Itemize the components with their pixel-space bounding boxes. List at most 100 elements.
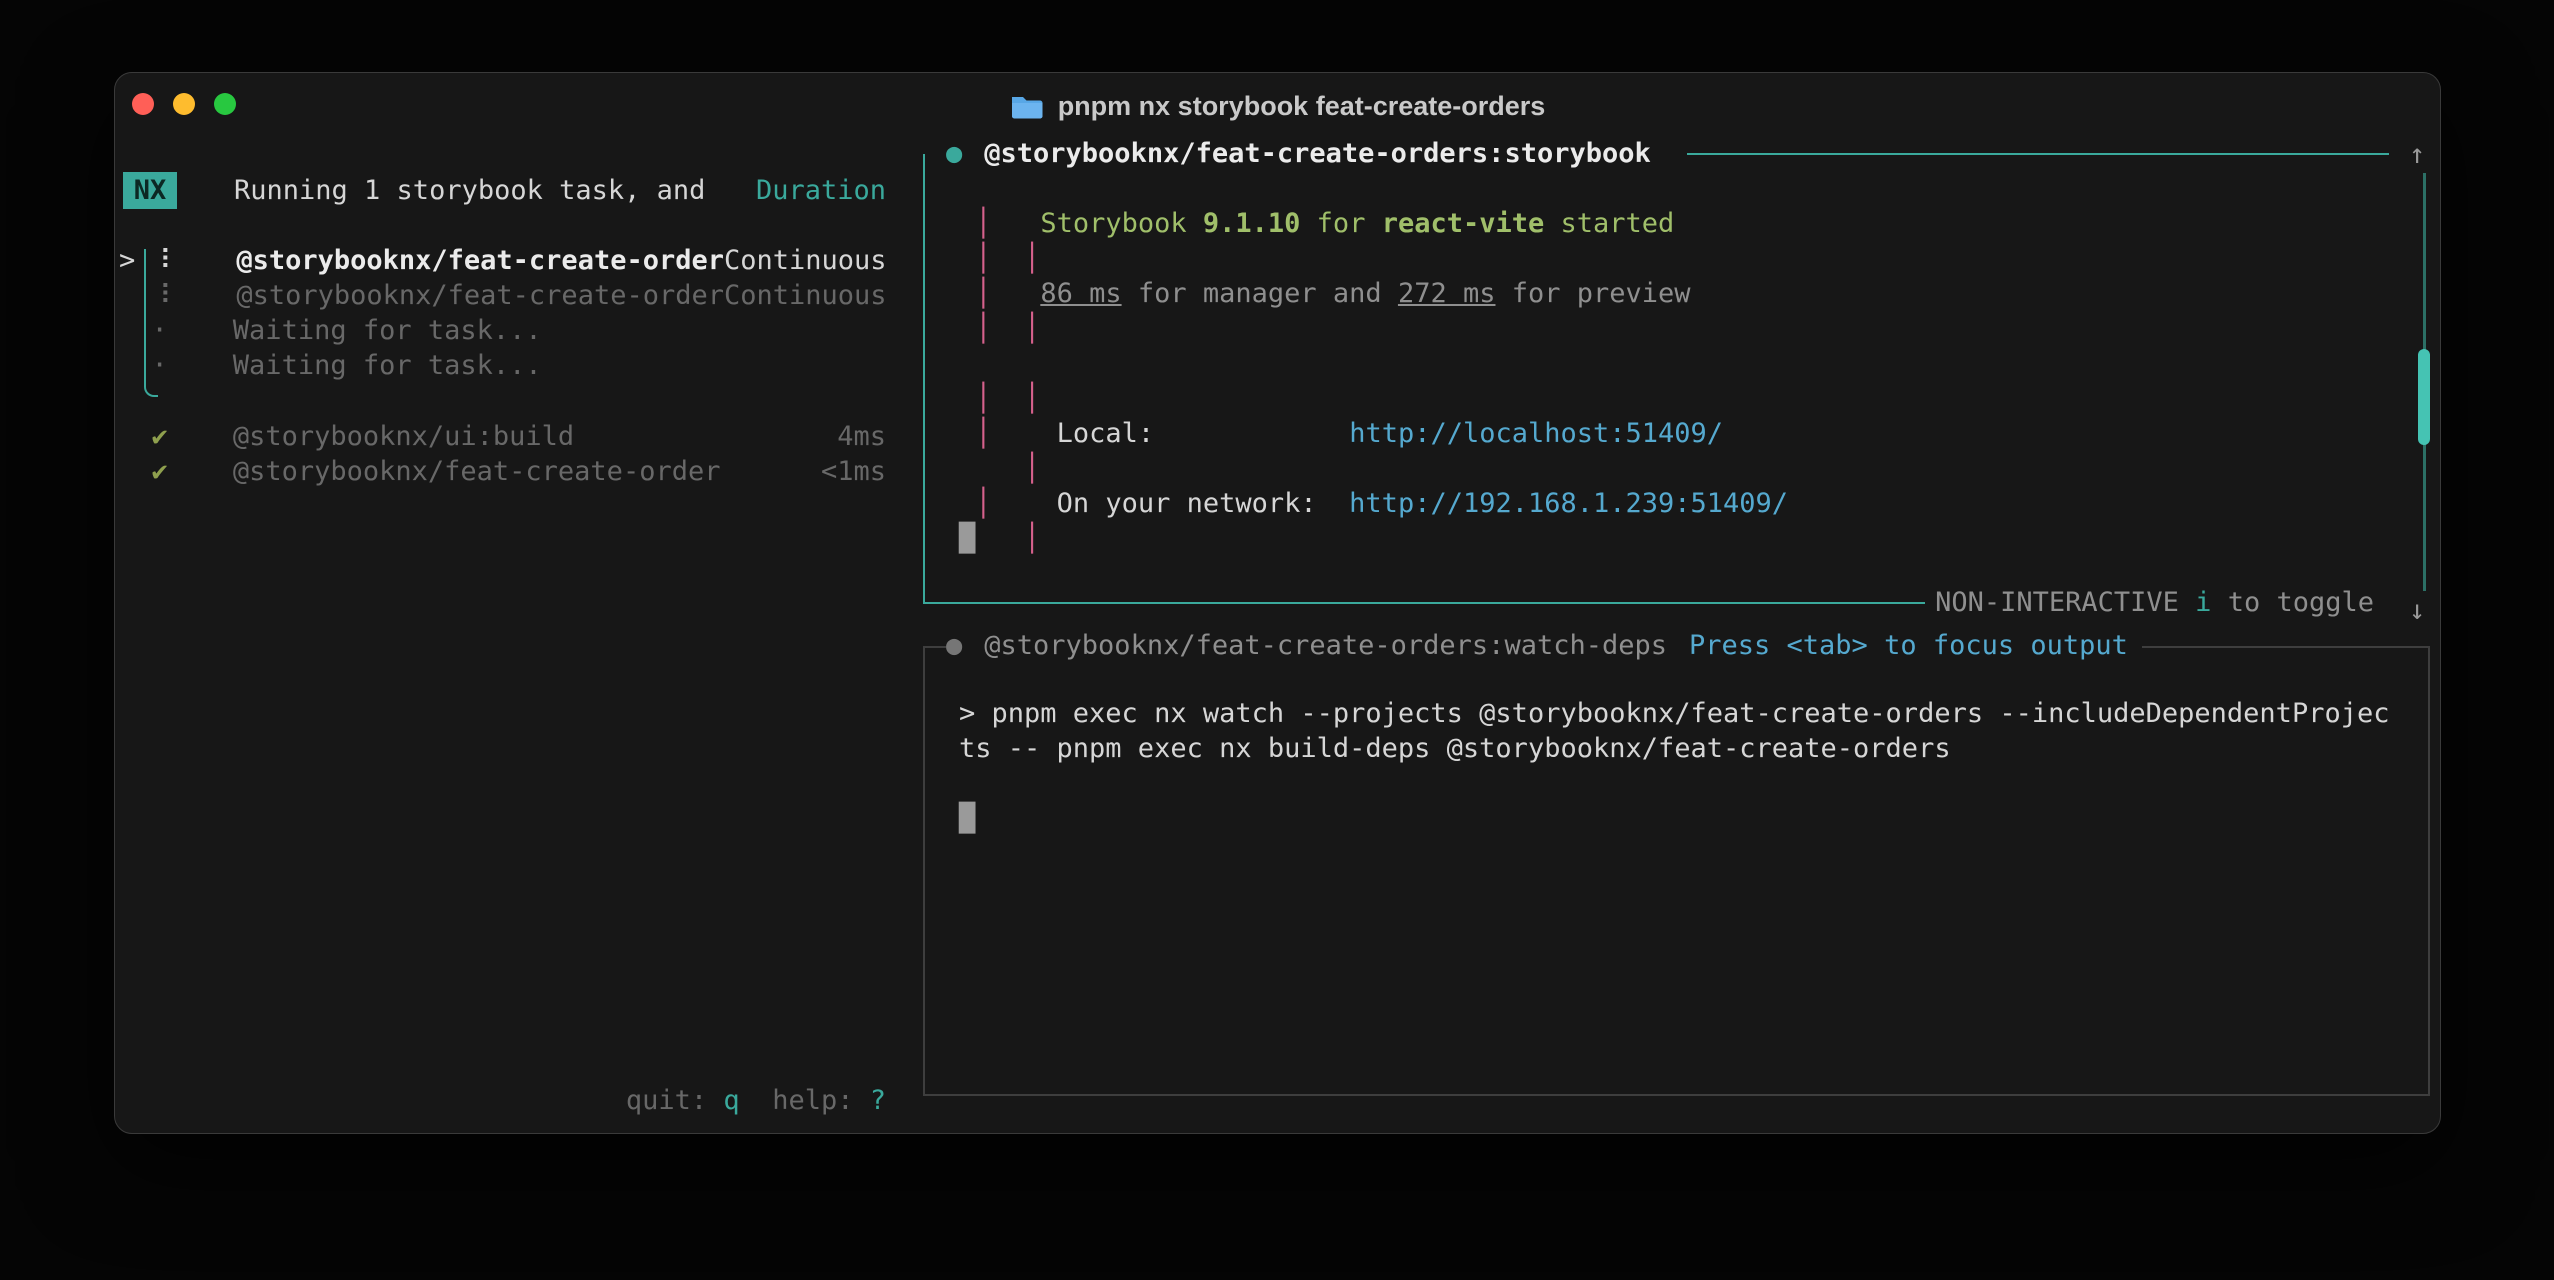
task-duration: 4ms [837, 421, 886, 452]
close-button[interactable] [132, 93, 154, 115]
task-row[interactable]: · Waiting for task... [119, 313, 886, 348]
task-row[interactable]: · Waiting for task... [119, 348, 886, 383]
text-segment: for [1300, 208, 1381, 239]
text-segment [1317, 488, 1350, 519]
terminal-cursor: █ [959, 523, 975, 554]
check-icon: ✔ [152, 421, 168, 452]
text-segment [992, 208, 1041, 239]
spinner-icon: ⠸ [152, 280, 172, 311]
toggle-key: i [2195, 587, 2211, 618]
quit-key: q [723, 1085, 739, 1116]
storybook-gutter-bar: │ [975, 278, 991, 309]
task-row[interactable]: > ⠸ @storybooknx/feat-create-orderContin… [119, 243, 886, 278]
folder-icon [1010, 93, 1044, 120]
traffic-lights [132, 93, 236, 115]
tasks-header-row: Running 1 storybook task, and Duration [234, 173, 886, 208]
spinner-icon: ⠸ [152, 245, 172, 276]
text-segment [959, 453, 1024, 484]
output-line: ts -- pnpm exec nx build-deps @storybook… [959, 731, 2389, 766]
network-label: On your network: [1057, 488, 1317, 519]
storybook-gutter-bar: │ [975, 418, 991, 449]
pending-dot-icon: · [119, 350, 233, 381]
text-segment [119, 456, 152, 487]
text-segment [168, 456, 233, 487]
text-segment [975, 523, 1024, 554]
help-key: ? [870, 1085, 886, 1116]
storybook-header-rule [1687, 153, 2389, 155]
watchdeps-panel-title: @storybooknx/feat-create-orders:watch-de… [984, 629, 1667, 663]
task-status: Continuous [724, 245, 887, 276]
output-line: > pnpm exec nx watch --projects @storybo… [959, 696, 2389, 731]
output-line: │ │ [959, 381, 1788, 416]
panel-dot-icon: ● [946, 629, 962, 663]
terminal-cursor: █ [959, 803, 975, 834]
text-segment [959, 383, 975, 414]
check-icon: ✔ [152, 456, 168, 487]
text-segment: NON-INTERACTIVE [1935, 587, 2195, 618]
desktop: { "window": { "title": "pnpm nx storyboo… [0, 0, 2554, 1280]
text-segment [959, 313, 975, 344]
text-segment [992, 313, 1025, 344]
storybook-gutter-bar: │ [975, 243, 991, 274]
quit-help-footer: quit: q help: ? [119, 1083, 886, 1118]
text-segment: to toggle [2211, 587, 2374, 618]
scrollbar-thumb[interactable] [2418, 349, 2430, 445]
text-segment: for preview [1495, 278, 1690, 309]
text-segment [992, 418, 1057, 449]
selected-task-caret: > [119, 245, 152, 276]
focus-hint: Press <tab> to focus output [1689, 629, 2128, 663]
duration-header: Duration [756, 175, 886, 206]
manager-time: 86 ms [1040, 278, 1121, 309]
text-segment [992, 488, 1057, 519]
text-segment [959, 488, 975, 519]
text-segment: started [1544, 208, 1674, 239]
storybook-gutter-bar: │ [975, 208, 991, 239]
text-segment [992, 278, 1041, 309]
text-segment: help: [740, 1085, 870, 1116]
title-bar: pnpm nx storybook feat-create-orders [115, 85, 2440, 127]
text-segment: quit: [626, 1085, 724, 1116]
scroll-up-icon[interactable]: ↑ [2409, 137, 2425, 172]
local-url-link[interactable]: http://localhost:51409/ [1349, 418, 1723, 449]
task-name: @storybooknx/ui:build [233, 421, 574, 452]
output-line: │ 86 ms for manager and 272 ms for previ… [959, 276, 1788, 311]
storybook-output: │ Storybook 9.1.10 for react-vite starte… [959, 206, 1788, 556]
storybook-gutter-bar: │ [1024, 313, 1040, 344]
output-line: █ [959, 801, 2389, 836]
tasks-header-text: Running 1 storybook task, and [234, 173, 705, 208]
storybook-gutter-bar: │ [975, 313, 991, 344]
zoom-button[interactable] [214, 93, 236, 115]
task-name: Waiting for task... [233, 315, 542, 346]
storybook-gutter-bar: │ [1024, 453, 1040, 484]
command-text: ts -- pnpm exec nx build-deps @storybook… [959, 733, 1951, 764]
minimize-button[interactable] [173, 93, 195, 115]
text-segment [171, 280, 236, 311]
completed-task-row[interactable]: ✔ @storybooknx/ui:build 4ms [119, 419, 886, 454]
output-line: │ [959, 451, 1788, 486]
preview-time: 272 ms [1398, 278, 1496, 309]
panel-dot-icon: ● [946, 137, 962, 171]
task-name: Waiting for task... [233, 350, 542, 381]
storybook-gutter-bar: │ [1024, 243, 1040, 274]
watchdeps-output: > pnpm exec nx watch --projects @storybo… [959, 696, 2389, 836]
network-url-link[interactable]: http://192.168.1.239:51409/ [1349, 488, 1788, 519]
storybook-panel-bottom-border [923, 602, 1936, 604]
text-segment [992, 383, 1025, 414]
output-line: █ │ [959, 521, 1788, 556]
completed-task-row[interactable]: ✔ @storybooknx/feat-create-order <1ms [119, 454, 886, 489]
task-name: @storybooknx/feat-create-order [233, 456, 721, 487]
storybook-gutter-bar: │ [1024, 383, 1040, 414]
output-line [959, 346, 1788, 381]
storybook-gutter-bar: │ [975, 488, 991, 519]
task-row[interactable]: ⠸ @storybooknx/feat-create-orderContinuo… [119, 278, 886, 313]
text-segment [959, 418, 975, 449]
pending-dot-icon: · [119, 315, 233, 346]
storybook-builder: react-vite [1382, 208, 1545, 239]
text-segment [119, 280, 152, 311]
text-segment [119, 421, 152, 452]
task-duration: <1ms [821, 456, 886, 487]
text-segment [992, 243, 1025, 274]
output-line: │ │ [959, 311, 1788, 346]
command-text: > pnpm exec nx watch --projects @storybo… [959, 698, 2389, 729]
scroll-down-icon[interactable]: ↓ [2409, 593, 2425, 628]
